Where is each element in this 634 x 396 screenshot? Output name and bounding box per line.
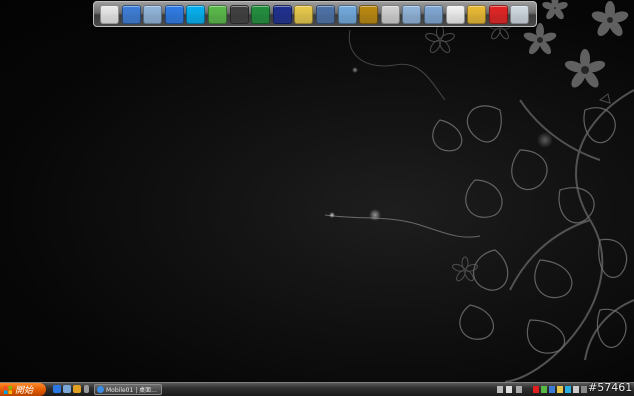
- music-app-icon[interactable]: [380, 5, 400, 24]
- skype-icon[interactable]: [186, 5, 206, 24]
- contacts-icon[interactable]: [467, 5, 487, 24]
- messenger-tray-icon[interactable]: [541, 386, 547, 393]
- network-globe-icon[interactable]: [121, 5, 141, 24]
- qq-penguin-icon[interactable]: [229, 5, 249, 24]
- watermark-text: #57461: [588, 381, 633, 394]
- folder-2-icon[interactable]: [402, 5, 422, 24]
- app-tray-icon[interactable]: [549, 386, 555, 393]
- network-icon[interactable]: [497, 386, 503, 393]
- ql-ie-icon[interactable]: [53, 385, 61, 393]
- clock-tray-icon[interactable]: [581, 386, 587, 393]
- windows-logo-icon: [4, 385, 12, 394]
- taskbar-window-button[interactable]: Mobile01 | 桌面...: [94, 384, 162, 395]
- taskbar: 開始 Mobile01 | 桌面...: [0, 382, 634, 396]
- network-connection-icon[interactable]: [316, 5, 335, 24]
- volume-icon[interactable]: [506, 386, 512, 393]
- diamond-app-icon[interactable]: [272, 5, 292, 24]
- antivirus-tray-icon[interactable]: [533, 386, 539, 393]
- tree-app-icon[interactable]: [251, 5, 271, 24]
- desktop[interactable]: [0, 0, 634, 382]
- notepad-icon[interactable]: [100, 5, 119, 24]
- internet-explorer-icon[interactable]: [164, 5, 184, 24]
- warcraft-icon[interactable]: [359, 5, 379, 24]
- ql-more-icon[interactable]: [84, 385, 89, 393]
- folder-3-icon[interactable]: [424, 5, 443, 24]
- application-dock: [93, 1, 537, 27]
- update-tray-icon[interactable]: [565, 386, 571, 393]
- speaker-tray-icon[interactable]: [573, 386, 579, 393]
- antivirus-icon[interactable]: [488, 5, 508, 24]
- ql-desktop-icon[interactable]: [63, 385, 71, 393]
- ql-media-icon[interactable]: [73, 385, 81, 393]
- floral-wallpaper: [324, 0, 634, 382]
- app-tray-icon-2[interactable]: [557, 386, 563, 393]
- folder-icon[interactable]: [143, 5, 163, 24]
- browser-window-icon: [97, 386, 104, 393]
- cloud-icon[interactable]: [337, 5, 357, 24]
- recycle-bin-icon[interactable]: [510, 5, 530, 24]
- msn-messenger-icon[interactable]: [208, 5, 227, 24]
- taskbar-window-label: Mobile01 | 桌面...: [106, 387, 157, 394]
- start-label: 開始: [15, 386, 34, 396]
- show-desktop-icon[interactable]: [516, 386, 522, 393]
- folder-search-icon[interactable]: [294, 5, 314, 24]
- document-icon[interactable]: [445, 5, 465, 24]
- start-button[interactable]: 開始: [0, 383, 46, 396]
